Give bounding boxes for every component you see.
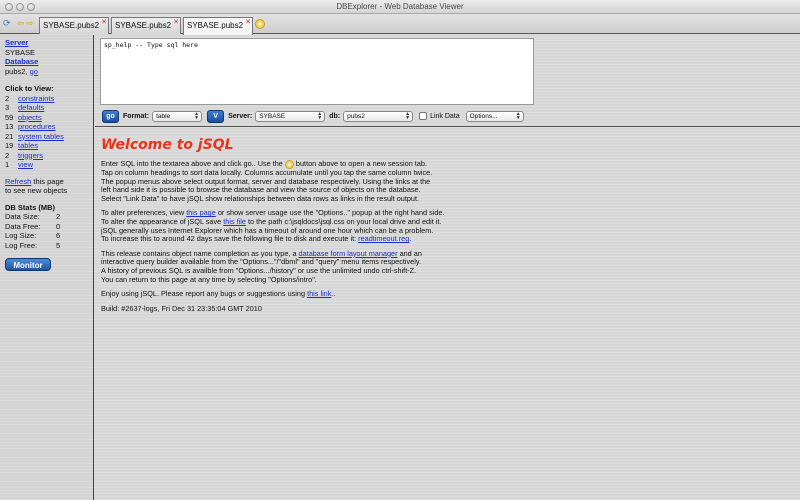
feedback-link[interactable]: this link xyxy=(307,289,331,298)
database-link[interactable]: Database xyxy=(5,57,38,66)
click-to-view-heading: Click to View: xyxy=(5,84,54,93)
feedback-paragraph: Enjoy using jSQL. Please report any bugs… xyxy=(101,289,336,299)
v-button[interactable]: V xyxy=(207,109,225,123)
server-link[interactable]: Server xyxy=(5,38,28,47)
session-tab-3[interactable]: SYBASE.pubs2 ✕ xyxy=(183,17,253,35)
intro-paragraph: Enter SQL into the textarea above and cl… xyxy=(101,159,433,203)
release-paragraph: This release contains object name comple… xyxy=(101,248,422,284)
select-arrows-icon: ▲ ▼ xyxy=(194,110,200,121)
options-select[interactable]: Options... ▲ ▼ xyxy=(465,110,524,122)
window-title: DBExplorer - Web Database Viewer xyxy=(336,2,464,11)
stat-data-free: Data Free: 0 xyxy=(5,221,61,231)
css-file-link[interactable]: this file xyxy=(223,217,246,226)
editor-area: sp_help -- Type sql here go Format: tabl… xyxy=(95,35,800,127)
preferences-paragraph: To alter preferences, view this page or … xyxy=(101,208,445,244)
database-line: pubs2, go xyxy=(5,67,93,77)
select-arrows-icon: ▲ ▼ xyxy=(515,110,521,121)
build-info: Build: #2637-logs, Fri Dec 31 23:35:04 G… xyxy=(101,303,262,313)
tab-strip: ⟳ ⇦ ⇨ SYBASE.pubs2 ✕ SYBASE.pubs2 ✕ SYBA… xyxy=(0,14,800,35)
forward-arrow-icon[interactable]: ⇨ xyxy=(26,18,34,29)
sidebar-item-defaults[interactable]: 3 defaults xyxy=(5,103,93,113)
select-arrows-icon: ▲ ▼ xyxy=(317,110,323,121)
sidebar-item-objects[interactable]: 59 objects xyxy=(5,113,93,123)
database-value: pubs2, xyxy=(5,66,28,76)
link-data-checkbox[interactable] xyxy=(419,112,428,120)
db-label: db: xyxy=(329,112,341,120)
sidebar-item-tables[interactable]: 19 tables xyxy=(5,141,93,151)
refresh-link[interactable]: Refresh xyxy=(5,177,31,186)
server-value: SYBASE xyxy=(5,47,36,57)
close-icon[interactable]: ✕ xyxy=(173,18,179,26)
sql-textarea[interactable]: sp_help -- Type sql here xyxy=(100,38,534,105)
server-label: Server: xyxy=(228,112,253,120)
server-select[interactable]: SYBASE ▲ ▼ xyxy=(255,110,326,122)
close-icon[interactable]: ✕ xyxy=(245,18,251,26)
query-controls: go Format: table ▲ ▼ V Server: SYBASE ▲ ▼ … xyxy=(102,109,524,123)
close-icon[interactable]: ✕ xyxy=(101,18,107,26)
title-bar: DBExplorer - Web Database Viewer xyxy=(0,0,800,14)
sidebar-item-triggers[interactable]: 2 triggers xyxy=(5,151,93,161)
main-panel: sp_help -- Type sql here go Format: tabl… xyxy=(95,35,800,500)
database-go-link[interactable]: go xyxy=(30,67,38,76)
session-tab-2[interactable]: SYBASE.pubs2 ✕ xyxy=(111,17,181,34)
stat-data-size: Data Size: 2 xyxy=(5,212,61,221)
readtimeout-link[interactable]: readtimeout.reg xyxy=(358,234,409,243)
refresh-icon[interactable]: ⟳ xyxy=(3,18,14,29)
db-select[interactable]: pubs2 ▲ ▼ xyxy=(343,110,414,122)
back-arrow-icon[interactable]: ⇦ xyxy=(17,18,25,29)
db-stats-heading: DB Stats (MB) xyxy=(5,202,55,212)
session-tab-1[interactable]: SYBASE.pubs2 ✕ xyxy=(39,17,109,34)
tab-label: SYBASE.pubs2 xyxy=(43,21,100,30)
refresh-note: Refresh this page xyxy=(5,176,64,186)
format-select[interactable]: table ▲ ▼ xyxy=(152,110,203,122)
monitor-button[interactable]: Monitor xyxy=(5,258,51,271)
sidebar-item-procedures[interactable]: 13 procedures xyxy=(5,122,93,132)
sidebar-item-view[interactable]: 1 view xyxy=(5,160,93,170)
sidebar-item-system-tables[interactable]: 21 system tables xyxy=(5,132,93,142)
page-title: Welcome to jSQL xyxy=(101,137,234,153)
sidebar: Server SYBASE Database pubs2, go Click t… xyxy=(0,35,94,500)
format-label: Format: xyxy=(123,112,150,120)
sidebar-item-constraints[interactable]: 2 constraints xyxy=(5,94,93,104)
go-button[interactable]: go xyxy=(102,109,119,123)
welcome-content: Welcome to jSQL Enter SQL into the texta… xyxy=(101,137,791,313)
tab-label: SYBASE.pubs2 xyxy=(115,21,172,30)
stat-log-size: Log Size: 6 xyxy=(5,231,61,240)
link-data-label: Link Data xyxy=(430,112,460,120)
tab-label: SYBASE.pubs2 xyxy=(187,21,244,30)
stat-log-free: Log Free: 5 xyxy=(5,240,61,250)
select-arrows-icon: ▲ ▼ xyxy=(405,110,411,121)
refresh-note-line2: to see new objects xyxy=(5,186,68,195)
new-tab-plus-icon[interactable]: + xyxy=(255,19,265,29)
